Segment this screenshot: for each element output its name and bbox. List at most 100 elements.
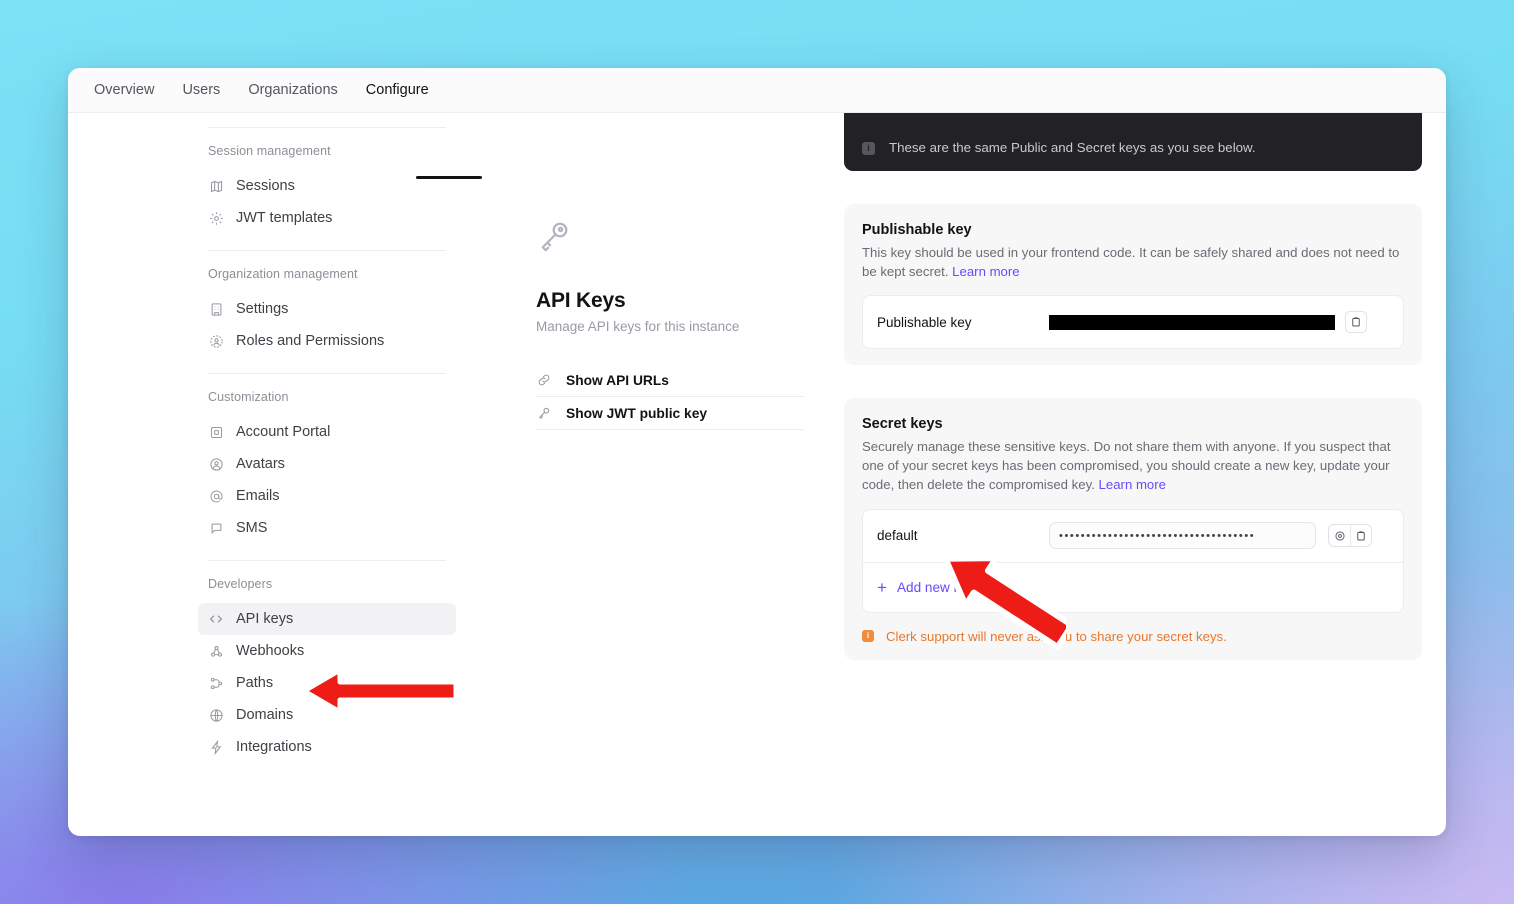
sms-icon [208, 520, 224, 536]
sidebar-item-label: Sessions [236, 178, 295, 194]
secret-keys-warning: i Clerk support will never ask you to sh… [862, 629, 1404, 644]
publishable-key-title: Publishable key [862, 222, 972, 238]
quick-links: Show API URLs Show JWT public key [536, 364, 804, 430]
sidebar-item-label: Emails [236, 488, 280, 504]
info-banner-text: These are the same Public and Secret key… [889, 140, 1256, 155]
info-banner: i These are the same Public and Secret k… [844, 113, 1422, 171]
plus-icon: + [877, 577, 887, 597]
sidebar-group-customization: Customization [208, 390, 289, 404]
code-brackets-icon [208, 611, 224, 627]
publishable-key-label: Publishable key [877, 314, 972, 330]
sidebar-item-roles-and-permissions[interactable]: Roles and Permissions [198, 325, 456, 357]
sidebar-item-label: Domains [236, 707, 294, 723]
copy-icon[interactable] [1350, 525, 1371, 547]
portal-icon [208, 424, 224, 440]
sidebar-item-webhooks[interactable]: Webhooks [198, 635, 456, 667]
sidebar-item-label: Roles and Permissions [236, 333, 385, 349]
secret-keys-row-box: default ••••••••••••••••••••••••••••••••… [862, 508, 1404, 613]
sidebar-item-api-keys[interactable]: API keys [198, 603, 456, 635]
sidebar-item-emails[interactable]: Emails [198, 480, 456, 512]
avatar-icon [208, 456, 224, 472]
sidebar-divider [208, 373, 446, 374]
user-circle-icon [208, 333, 224, 349]
page-subtitle: Manage API keys for this instance [536, 319, 740, 334]
nav-tab-configure[interactable]: Configure [352, 68, 443, 113]
page-title: API Keys [536, 289, 626, 312]
info-icon: i [862, 630, 874, 643]
key-small-icon [536, 406, 552, 420]
browser-window: Overview Users Organizations Configure A… [68, 68, 1446, 836]
sidebar-item-domains[interactable]: Domains [198, 699, 456, 731]
paths-icon [208, 675, 224, 691]
info-icon: i [862, 142, 875, 155]
settings-sidebar: Attack protection Session management Ses… [198, 113, 456, 763]
sidebar-item-label: API keys [236, 611, 294, 627]
sidebar-item-label: Settings [236, 301, 289, 317]
publishable-learn-more-link[interactable]: Learn more [952, 264, 1019, 279]
secret-key-row: default ••••••••••••••••••••••••••••••••… [863, 510, 1403, 562]
sessions-icon [208, 178, 224, 194]
sidebar-item-jwt-templates[interactable]: JWT templates [198, 202, 456, 234]
nav-tab-users[interactable]: Users [168, 68, 234, 113]
sidebar-item-avatars[interactable]: Avatars [198, 448, 456, 480]
active-tab-underline [416, 176, 482, 179]
sidebar-divider [208, 250, 446, 251]
main-panel: i These are the same Public and Secret k… [844, 113, 1422, 660]
webhook-icon [208, 643, 224, 659]
show-api-urls-link[interactable]: Show API URLs [536, 364, 804, 397]
nav-tab-organizations[interactable]: Organizations [234, 68, 351, 113]
gear-icon [208, 210, 224, 226]
sidebar-item-label: Webhooks [236, 643, 305, 659]
section-intro-column: API Keys Manage API keys for this instan… [536, 218, 804, 430]
sidebar-item-sessions[interactable]: Sessions [198, 170, 456, 202]
sidebar-group-developers: Developers [208, 577, 273, 591]
sidebar-group-organization-management: Organization management [208, 267, 358, 281]
sidebar-item-label: SMS [236, 520, 268, 536]
quick-link-label: Show JWT public key [566, 405, 708, 421]
top-navigation: Overview Users Organizations Configure [68, 68, 1446, 113]
secret-keys-warning-text: Clerk support will never ask you to shar… [886, 628, 1227, 644]
eye-icon[interactable] [1329, 525, 1350, 546]
publishable-key-card: Publishable key This key should be used … [844, 204, 1422, 366]
secret-keys-title: Secret keys [862, 416, 943, 433]
redacted-value-bar [1049, 314, 1335, 330]
building-icon [208, 301, 224, 317]
secret-key-masked-input[interactable]: •••••••••••••••••••••••••••••••••••• [1049, 522, 1316, 550]
sidebar-item-label: Paths [236, 675, 274, 691]
copy-icon[interactable] [1345, 311, 1367, 334]
add-new-key-label: Add new key [896, 579, 975, 595]
link-icon [536, 373, 552, 387]
sidebar-item-settings[interactable]: Settings [198, 293, 456, 325]
secret-key-name: default [877, 528, 918, 544]
page-content: Attack protection Session management Ses… [68, 113, 1446, 836]
sidebar-item-paths[interactable]: Paths [198, 667, 456, 699]
publishable-key-description-text: This key should be used in your frontend… [862, 245, 1400, 279]
secret-key-value[interactable]: •••••••••••••••••••••••••••••••••••• [1049, 522, 1389, 550]
quick-link-label: Show API URLs [566, 372, 669, 388]
publishable-key-description: This key should be used in your frontend… [862, 244, 1404, 281]
publishable-key-row-box: Publishable key [862, 295, 1404, 350]
key-icon [536, 218, 804, 259]
secret-keys-description: Securely manage these sensitive keys. Do… [862, 438, 1404, 494]
globe-icon [208, 707, 224, 723]
sidebar-item-label: JWT templates [236, 210, 333, 226]
show-jwt-public-key-link[interactable]: Show JWT public key [536, 397, 804, 430]
sidebar-item-sms[interactable]: SMS [198, 512, 456, 544]
sidebar-group-session-management: Session management [208, 144, 331, 158]
nav-tab-overview[interactable]: Overview [80, 68, 168, 113]
secret-learn-more-link[interactable]: Learn more [1099, 477, 1166, 492]
sidebar-item-account-portal[interactable]: Account Portal [198, 416, 456, 448]
at-icon [208, 488, 224, 504]
add-new-key-button[interactable]: + Add new key [863, 561, 1403, 612]
lightning-icon [208, 739, 224, 755]
sidebar-divider [208, 560, 446, 561]
publishable-key-value[interactable] [1049, 311, 1389, 334]
sidebar-item-integrations[interactable]: Integrations [198, 731, 456, 763]
secret-key-actions [1328, 524, 1372, 548]
sidebar-divider [208, 127, 446, 128]
sidebar-item-label: Integrations [236, 739, 312, 755]
sidebar-item-label: Account Portal [236, 424, 331, 440]
sidebar-item-label: Avatars [236, 456, 285, 472]
publishable-key-row: Publishable key [863, 296, 1403, 348]
secret-keys-card: Secret keys Securely manage these sensit… [844, 398, 1422, 660]
